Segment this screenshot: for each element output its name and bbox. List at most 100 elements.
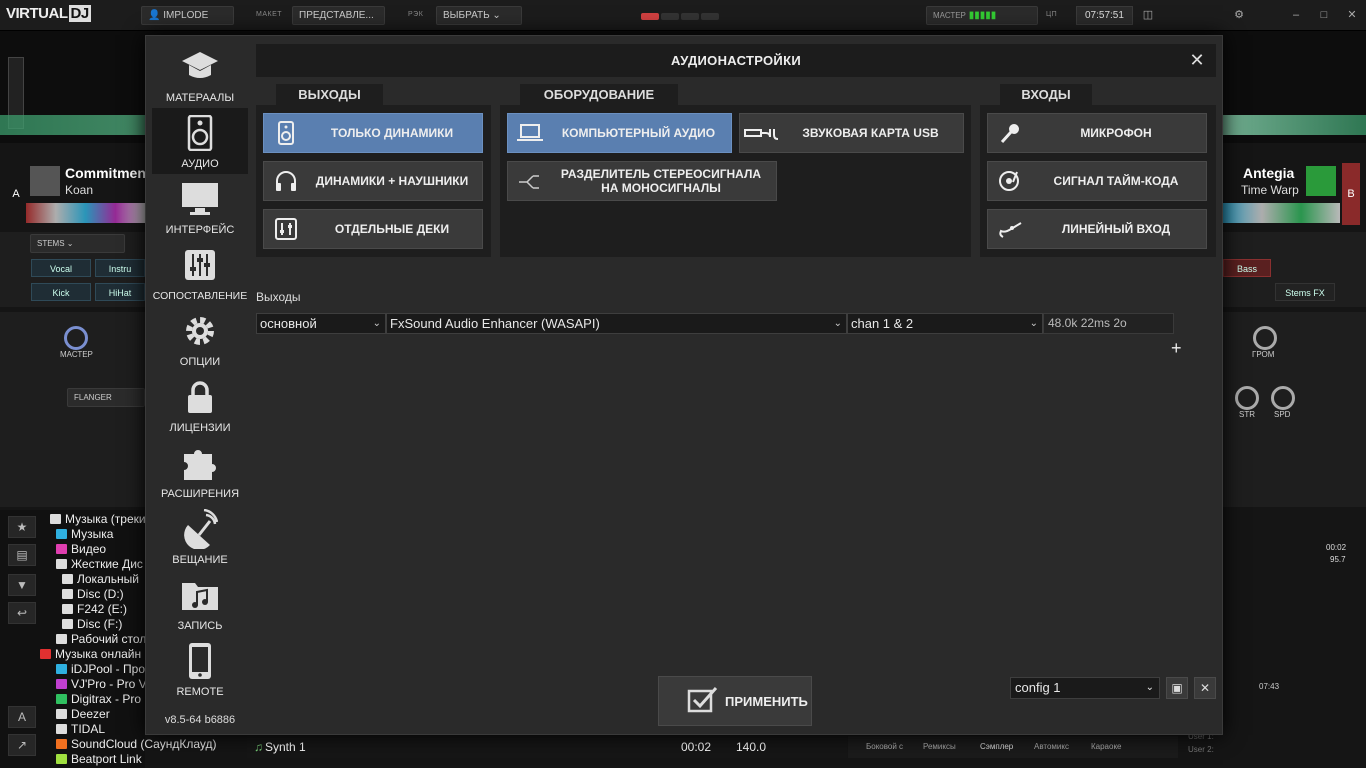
stem-vocal-button[interactable]: Vocal — [31, 259, 91, 277]
right-time: 00:02 — [1326, 543, 1347, 552]
tab-remixes[interactable]: Ремиксы — [923, 742, 956, 751]
timecode-signal-button[interactable]: СИГНАЛ ТАЙМ-КОДА — [987, 161, 1207, 201]
apply-button[interactable]: ПРИМЕНИТЬ — [658, 676, 812, 726]
stem-hihat-button[interactable]: HiHat — [95, 283, 145, 301]
spd-label: SPD — [1274, 410, 1291, 419]
tree-item[interactable]: Beatport Link — [56, 752, 142, 766]
folder-icon — [56, 529, 67, 539]
master-knob-label: МАСТЕР — [60, 350, 93, 359]
deck-a-title: Commitment — [65, 165, 151, 181]
tree-item[interactable]: Disc (F:) — [62, 617, 122, 631]
layout-label: МАКЕТ — [256, 11, 283, 18]
tree-item[interactable]: Disc (D:) — [62, 587, 124, 601]
star-icon[interactable]: ★ — [8, 516, 36, 538]
top-bar: VIRTUAL DJ 👤 IMPLODE МАКЕТ ПРЕДСТАВЛЕ... … — [0, 0, 1366, 38]
tree-item[interactable]: Жесткие Дис — [56, 557, 143, 571]
nav-item-monitor[interactable]: ИНТЕРФЕЙС — [152, 174, 248, 240]
output-type-select[interactable]: основной ⌄ — [256, 313, 386, 334]
deck-b-title: Antegia — [1243, 165, 1295, 181]
fx-select[interactable]: FLANGER — [67, 388, 145, 407]
nav-item-gear[interactable]: ОПЦИИ — [152, 306, 248, 372]
tree-item[interactable]: Музыка онлайн — [40, 647, 141, 661]
nav-item-phone[interactable]: REMOTE — [152, 636, 248, 702]
deck-name-field[interactable]: 👤 IMPLODE — [141, 6, 234, 25]
volume-knob[interactable] — [1253, 326, 1277, 350]
computer-audio-button[interactable]: КОМПЬЮТЕРНЫЙ АУДИО — [507, 113, 732, 153]
right-view-time: 07:43 — [1259, 682, 1280, 691]
stem-kick-button[interactable]: Kick — [31, 283, 91, 301]
sampler-track[interactable]: Synth 1 — [265, 740, 306, 754]
output-channels-select[interactable]: chan 1 & 2 ⌄ — [847, 313, 1043, 334]
tree-item[interactable]: Локальный — [62, 572, 139, 586]
add-output-button[interactable]: + — [1171, 338, 1182, 359]
tab-sidelist[interactable]: Боковой с — [866, 742, 903, 751]
inputs-group-tab: ВХОДЫ — [1000, 84, 1092, 105]
tree-item[interactable]: Digitrax - Pro — [56, 692, 141, 706]
clock: 07:57:51 — [1076, 6, 1133, 25]
master-knob[interactable] — [64, 326, 88, 350]
record-icon[interactable]: ◫ — [1138, 6, 1158, 25]
folder-icon — [56, 679, 67, 689]
tree-item[interactable]: Музыка — [56, 527, 113, 541]
maximize-icon[interactable]: □ — [1314, 6, 1334, 25]
deck-b-waveform[interactable] — [1223, 203, 1340, 223]
tree-item[interactable]: Deezer — [56, 707, 110, 721]
nav-item-graduation-cap[interactable]: МАТЕРААЛЫ — [152, 42, 248, 108]
stem-instru-button[interactable]: Instru — [95, 259, 145, 277]
speakers-headphones-button[interactable]: ДИНАМИКИ + НАУШНИКИ — [263, 161, 483, 201]
expand-icon[interactable]: ↗ — [8, 734, 36, 756]
layout-select[interactable]: ПРЕДСТАВЛЕ... ⌄ — [292, 6, 385, 38]
tree-item[interactable]: SoundCloud (СаундКлауд) — [56, 737, 216, 751]
tree-item[interactable]: Видео — [56, 542, 106, 556]
speakers-only-button[interactable]: ТОЛЬКО ДИНАМИКИ — [263, 113, 483, 153]
stems-fx-button[interactable]: Stems FX — [1275, 283, 1335, 301]
nav-item-sliders[interactable]: СОПОСТАВЛЕНИЕ — [152, 240, 248, 306]
str-knob[interactable] — [1235, 386, 1259, 410]
microphone-icon — [988, 114, 1032, 152]
minimize-icon[interactable]: – — [1286, 6, 1306, 25]
output-device-select[interactable]: FxSound Audio Enhancer (WASAPI) ⌄ — [386, 313, 847, 334]
stereo-splitter-button[interactable]: РАЗДЕЛИТЕЛЬ СТЕРЕОСИГНАЛА НА МОНОСИГНАЛЫ — [507, 161, 777, 201]
nav-item-lock[interactable]: ЛИЦЕНЗИИ — [152, 372, 248, 438]
save-config-icon[interactable]: ▣ — [1166, 677, 1188, 699]
close-icon[interactable]: ✕ — [1186, 49, 1208, 71]
deck-b-pads-panel: Bass Stems FX — [1223, 232, 1366, 307]
gear-icon[interactable]: ⚙ — [1229, 6, 1249, 25]
tab-sampler[interactable]: Сэмплер — [980, 742, 1013, 751]
tab-automix[interactable]: Автомикс — [1034, 742, 1069, 751]
back-icon[interactable]: ↩ — [8, 602, 36, 624]
stem-bass-button[interactable]: Bass — [1223, 259, 1271, 277]
separate-decks-button[interactable]: ОТДЕЛЬНЫЕ ДЕКИ — [263, 209, 483, 249]
mode-select[interactable]: ВЫБРАТЬ ⌄ — [436, 6, 522, 25]
str-label: STR — [1239, 410, 1255, 419]
microphone-button[interactable]: МИКРОФОН — [987, 113, 1207, 153]
config-select[interactable]: config 1 ⌄ — [1010, 677, 1160, 699]
close-icon[interactable]: ✕ — [1342, 6, 1362, 25]
nav-item-puzzle[interactable]: РАСШИРЕНИЯ — [152, 438, 248, 504]
usb-cable-icon — [740, 114, 784, 152]
tree-item[interactable]: Рабочий стол — [56, 632, 146, 646]
font-size-icon[interactable]: A — [8, 706, 36, 728]
filter-icon[interactable]: ▼ — [8, 574, 36, 596]
audio-settings-dialog: МАТЕРААЛЫ АУДИО ИНТЕРФЕЙС СОПОСТАВЛЕНИЕ ОПЦИ… — [145, 35, 1223, 735]
folder-icon — [56, 739, 67, 749]
nav-item-satellite[interactable]: ВЕЩАНИЕ — [152, 504, 248, 570]
deck-b-artist: Time Warp — [1241, 183, 1299, 197]
chevron-down-icon: ⌄ — [372, 318, 381, 329]
add-folder-icon[interactable]: ▤ — [8, 544, 36, 566]
line-input-button[interactable]: ЛИНЕЙНЫЙ ВХОД — [987, 209, 1207, 249]
nav-item-music-folder[interactable]: ЗАПИСЬ — [152, 570, 248, 636]
deck-b-label: B — [1342, 163, 1360, 225]
tab-karaoke[interactable]: Караоке — [1091, 742, 1122, 751]
nav-item-speaker[interactable]: АУДИО — [152, 108, 248, 174]
tree-item[interactable]: VJ'Pro - Pro V — [56, 677, 147, 691]
tree-item[interactable]: TIDAL — [56, 722, 105, 736]
usb-sound-card-button[interactable]: ЗВУКОВАЯ КАРТА USB — [739, 113, 964, 153]
delete-config-icon[interactable]: ✕ — [1194, 677, 1216, 699]
deck-a-waveform[interactable] — [26, 203, 145, 223]
tree-item[interactable]: F242 (E:) — [62, 602, 127, 616]
sliders-icon — [180, 246, 220, 284]
stems-select[interactable]: STEMS ⌄ — [30, 234, 125, 253]
spd-knob[interactable] — [1271, 386, 1295, 410]
folder-icon — [56, 664, 67, 674]
